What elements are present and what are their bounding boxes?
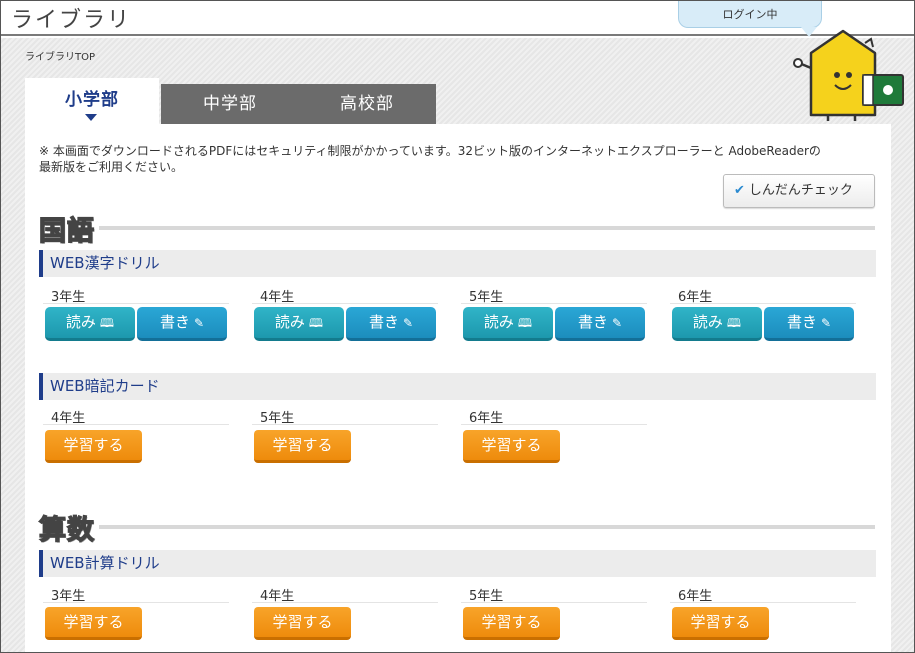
pencil-icon: ✎ xyxy=(402,316,414,330)
grade-label: 3年生 xyxy=(43,585,229,604)
breadcrumb[interactable]: ライブラリTOP xyxy=(25,48,95,63)
grade-label: 5年生 xyxy=(461,286,647,305)
read-label: 読み xyxy=(65,313,96,331)
house-mascot-icon xyxy=(793,29,904,121)
write-button-grade5[interactable]: 書き ✎ xyxy=(555,307,645,341)
study-button-cards-grade6[interactable]: 学習する xyxy=(463,430,560,463)
read-button-grade6[interactable]: 読み 🕮 xyxy=(672,307,762,341)
subject-name: 国語 xyxy=(38,215,95,247)
book-icon: 🕮 xyxy=(308,316,324,330)
diagnosis-check-label: しんだんチェック xyxy=(748,183,853,198)
read-button-grade4[interactable]: 読み 🕮 xyxy=(254,307,344,341)
book-icon: 🕮 xyxy=(517,316,533,330)
checkmark-icon: ✔ xyxy=(734,183,745,198)
study-button-calc-grade3[interactable]: 学習する xyxy=(45,607,142,640)
subject-heading-math: 算数 xyxy=(38,508,875,547)
book-icon: 🕮 xyxy=(99,316,115,330)
write-button-grade3[interactable]: 書き ✎ xyxy=(137,307,227,341)
grade-label: 5年生 xyxy=(461,585,647,604)
study-button-cards-grade4[interactable]: 学習する xyxy=(45,430,142,463)
pencil-icon: ✎ xyxy=(611,316,623,330)
grade-label: 6年生 xyxy=(670,585,856,604)
section-kanji-drill: WEB漢字ドリル xyxy=(39,250,876,277)
grade-label: 6年生 xyxy=(461,407,647,426)
read-button-grade3[interactable]: 読み 🕮 xyxy=(45,307,135,341)
grade-label: 5年生 xyxy=(252,407,438,426)
section-calc-drill: WEB計算ドリル xyxy=(39,550,876,577)
grade-label: 4年生 xyxy=(252,585,438,604)
read-label: 読み xyxy=(483,313,514,331)
app-window: ライブラリ ログイン中 ライブラリTOP 小学部 中学部 高校部 ※ 本画面でダ… xyxy=(0,0,915,653)
write-button-grade6[interactable]: 書き ✎ xyxy=(764,307,854,341)
study-button-calc-grade5[interactable]: 学習する xyxy=(463,607,560,640)
grade-label: 4年生 xyxy=(43,407,229,426)
study-button-calc-grade4[interactable]: 学習する xyxy=(254,607,351,640)
study-button-calc-grade6[interactable]: 学習する xyxy=(672,607,769,640)
tab-high-school[interactable]: 高校部 xyxy=(298,84,436,124)
subject-heading-japanese: 国語 xyxy=(38,209,875,248)
write-label: 書き xyxy=(577,313,608,331)
section-memory-cards: WEB暗記カード xyxy=(39,373,876,400)
subject-divider xyxy=(99,226,875,230)
read-label: 読み xyxy=(692,313,723,331)
read-label: 読み xyxy=(274,313,305,331)
grade-label: 6年生 xyxy=(670,286,856,305)
write-label: 書き xyxy=(786,313,817,331)
subject-divider xyxy=(99,525,875,529)
read-button-grade5[interactable]: 読み 🕮 xyxy=(463,307,553,341)
subject-name: 算数 xyxy=(38,514,95,546)
active-tab-arrow-icon xyxy=(85,114,97,121)
pencil-icon: ✎ xyxy=(820,316,832,330)
security-notice: ※ 本画面でダウンロードされるPDFにはセキュリティ制限がかかっています。32ビ… xyxy=(39,144,821,174)
book-icon: 🕮 xyxy=(726,316,742,330)
diagnosis-check-button[interactable]: ✔ しんだんチェック xyxy=(723,174,875,208)
write-label: 書き xyxy=(159,313,190,331)
study-button-cards-grade5[interactable]: 学習する xyxy=(254,430,351,463)
tab-junior-high[interactable]: 中学部 xyxy=(161,84,299,124)
write-label: 書き xyxy=(368,313,399,331)
app-title: ライブラリ xyxy=(11,8,132,33)
write-button-grade4[interactable]: 書き ✎ xyxy=(346,307,436,341)
pencil-icon: ✎ xyxy=(193,316,205,330)
grade-label: 4年生 xyxy=(252,286,438,305)
grade-label: 3年生 xyxy=(43,286,229,305)
